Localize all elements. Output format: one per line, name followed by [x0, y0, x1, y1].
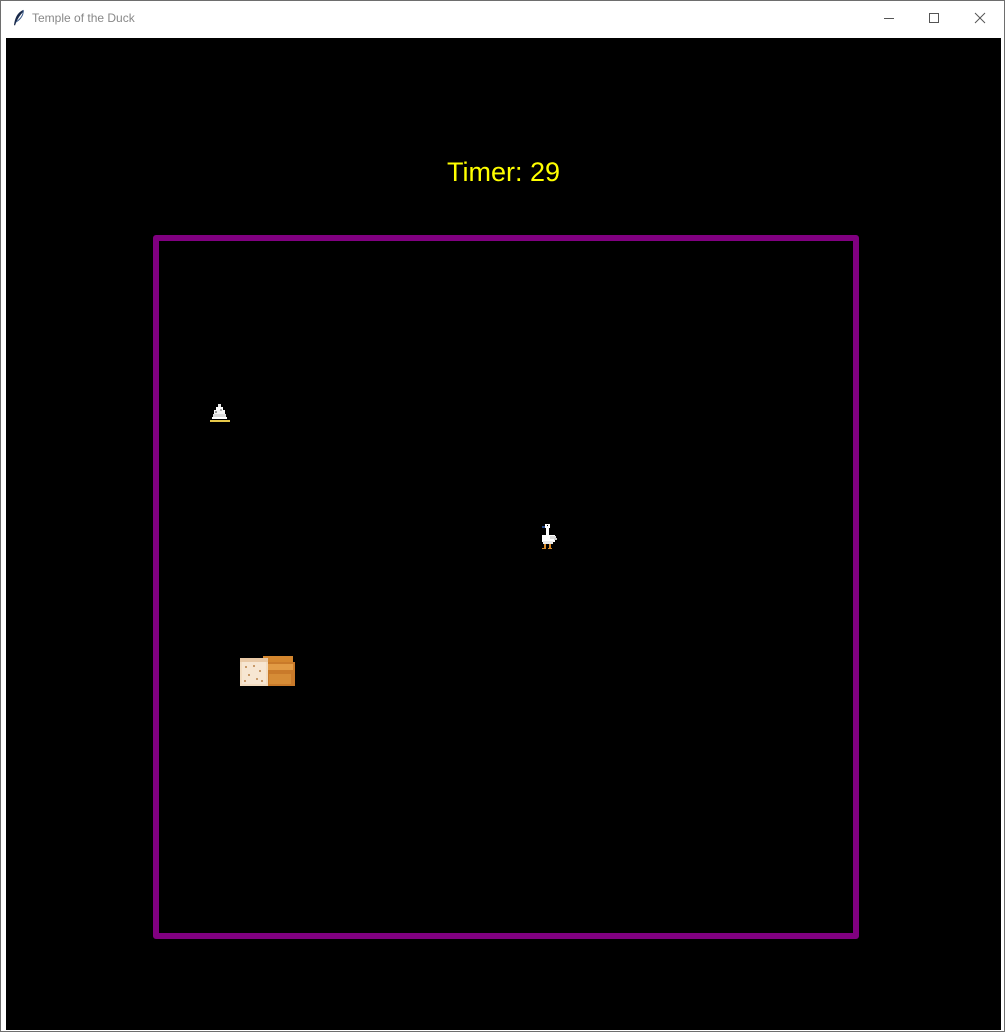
feather-icon	[11, 9, 27, 27]
timer-label: Timer: 29	[446, 157, 561, 187]
minimize-icon	[884, 18, 894, 19]
bread-icon	[239, 654, 297, 688]
game-canvas[interactable]: Timer: 29	[6, 38, 1001, 1030]
maximize-button[interactable]	[911, 1, 957, 35]
close-icon	[974, 12, 986, 24]
cupcake-icon	[208, 402, 232, 426]
close-button[interactable]	[957, 1, 1003, 35]
duck-icon[interactable]	[537, 523, 561, 553]
title-bar[interactable]: Temple of the Duck	[1, 1, 1004, 35]
maximize-icon	[929, 13, 939, 23]
app-window: Temple of the Duck Timer: 29	[0, 0, 1005, 1032]
arena-border	[153, 235, 859, 939]
window-title: Temple of the Duck	[32, 11, 135, 25]
minimize-button[interactable]	[866, 1, 912, 35]
